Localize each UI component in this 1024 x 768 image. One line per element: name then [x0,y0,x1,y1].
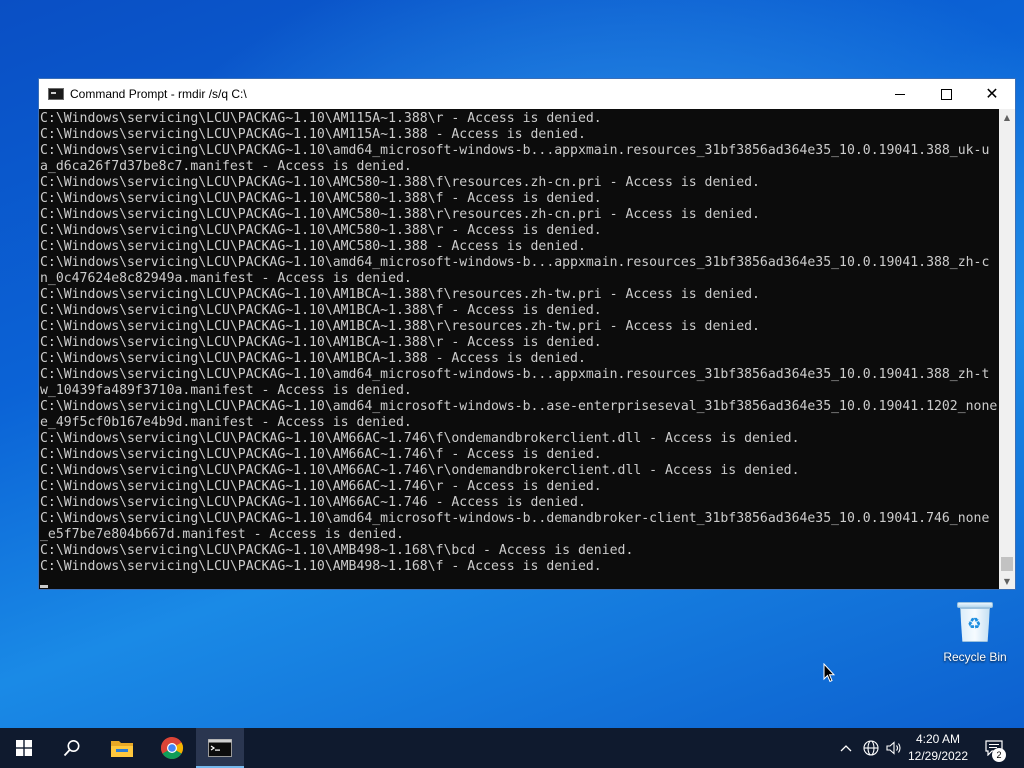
console-line: C:\Windows\servicing\LCU\PACKAG~1.10\AM1… [40,303,602,318]
console-line: a_d6ca26f7d37be8c7.manifest - Access is … [40,159,412,174]
command-prompt-window[interactable]: Command Prompt - rmdir /s/q C:\ ✕ C:\Win… [38,78,1016,590]
close-icon: ✕ [985,84,999,103]
clock-time: 4:20 AM [915,732,961,746]
volume-button[interactable] [884,728,904,768]
console-output[interactable]: C:\Windows\servicing\LCU\PACKAG~1.10\AM1… [39,109,999,589]
volume-icon [886,741,901,755]
mouse-pointer-icon [823,663,835,683]
console-line: C:\Windows\servicing\LCU\PACKAG~1.10\AMC… [40,191,602,206]
clock-date: 12/29/2022 [907,749,969,763]
console-line: _e5f7be7e804b667d.manifest - Access is d… [40,527,404,542]
console-line: C:\Windows\servicing\LCU\PACKAG~1.10\amd… [40,399,998,414]
console-line: C:\Windows\servicing\LCU\PACKAG~1.10\AM6… [40,431,800,446]
desktop: Command Prompt - rmdir /s/q C:\ ✕ C:\Win… [0,0,1024,728]
file-explorer-icon [111,741,133,757]
console-line: C:\Windows\servicing\LCU\PACKAG~1.10\AM6… [40,447,602,462]
search-icon [63,740,80,757]
console-line: C:\Windows\servicing\LCU\PACKAG~1.10\amd… [40,255,990,270]
search-button[interactable] [48,728,96,768]
scroll-down-arrow-icon[interactable]: ▼ [999,573,1015,589]
console-line: C:\Windows\servicing\LCU\PACKAG~1.10\AM1… [40,111,602,126]
console-line: C:\Windows\servicing\LCU\PACKAG~1.10\AMC… [40,239,586,254]
console-line: w_10439fa489f3710a.manifest - Access is … [40,383,412,398]
recycle-bin-shortcut[interactable]: ♻ Recycle Bin [938,600,1012,664]
console-text: C:\Windows\servicing\LCU\PACKAG~1.10\AM1… [39,109,999,575]
console-line: C:\Windows\servicing\LCU\PACKAG~1.10\AM6… [40,479,602,494]
window-controls: ✕ [877,79,1015,109]
show-hidden-icons-button[interactable] [836,728,856,768]
text-cursor [40,585,48,588]
console-line: C:\Windows\servicing\LCU\PACKAG~1.10\AM1… [40,127,586,142]
taskbar: 4:20 AM 12/29/2022 [0,728,1024,768]
cmd-icon [48,88,64,100]
console-line: C:\Windows\servicing\LCU\PACKAG~1.10\amd… [40,511,990,526]
console-line: e_49f5cf0b167e4b9d.manifest - Access is … [40,415,412,430]
chevron-up-icon [840,745,852,752]
file-explorer-button[interactable] [98,728,146,768]
minimize-button[interactable] [877,79,923,109]
action-center-button[interactable] [980,728,1008,768]
recycle-bin-label: Recycle Bin [943,650,1007,664]
console-line: C:\Windows\servicing\LCU\PACKAG~1.10\AM1… [40,335,602,350]
close-button[interactable]: ✕ [969,79,1015,109]
scroll-up-arrow-icon[interactable]: ▲ [999,109,1015,125]
start-icon [16,740,32,756]
network-icon [863,740,879,756]
command-prompt-icon [208,739,232,757]
console-line: C:\Windows\servicing\LCU\PACKAG~1.10\AMB… [40,543,634,558]
taskbar-clock[interactable]: 4:20 AM 12/29/2022 [904,728,972,768]
console-line: C:\Windows\servicing\LCU\PACKAG~1.10\AM6… [40,463,800,478]
window-titlebar[interactable]: Command Prompt - rmdir /s/q C:\ ✕ [39,79,1015,109]
maximize-icon [940,88,952,100]
window-title: Command Prompt - rmdir /s/q C:\ [70,87,247,101]
console-line: C:\Windows\servicing\LCU\PACKAG~1.10\AM1… [40,319,760,334]
chrome-button[interactable] [148,728,196,768]
console-line: C:\Windows\servicing\LCU\PACKAG~1.10\AMC… [40,207,760,222]
console-line: C:\Windows\servicing\LCU\PACKAG~1.10\amd… [40,367,990,382]
start-button[interactable] [0,728,48,768]
console-line: C:\Windows\servicing\LCU\PACKAG~1.10\AMC… [40,175,760,190]
network-button[interactable] [860,728,882,768]
console-line: C:\Windows\servicing\LCU\PACKAG~1.10\AMB… [40,559,602,574]
console-line: C:\Windows\servicing\LCU\PACKAG~1.10\AMC… [40,223,602,238]
console-line: n_0c47624e8c82949a.manifest - Access is … [40,271,412,286]
notification-count-badge: 2 [992,748,1006,762]
vertical-scrollbar[interactable]: ▲ ▼ [999,109,1015,589]
console-line: C:\Windows\servicing\LCU\PACKAG~1.10\AM6… [40,495,586,510]
recycle-bin-icon: ♻ [957,600,993,642]
console-line: C:\Windows\servicing\LCU\PACKAG~1.10\AM1… [40,351,586,366]
chrome-icon [161,737,183,759]
maximize-button[interactable] [923,79,969,109]
console-line: C:\Windows\servicing\LCU\PACKAG~1.10\amd… [40,143,990,158]
minimize-icon [895,93,905,95]
console-line: C:\Windows\servicing\LCU\PACKAG~1.10\AM1… [40,287,760,302]
scroll-thumb[interactable] [1001,557,1013,571]
command-prompt-taskbar-button[interactable] [196,728,244,768]
